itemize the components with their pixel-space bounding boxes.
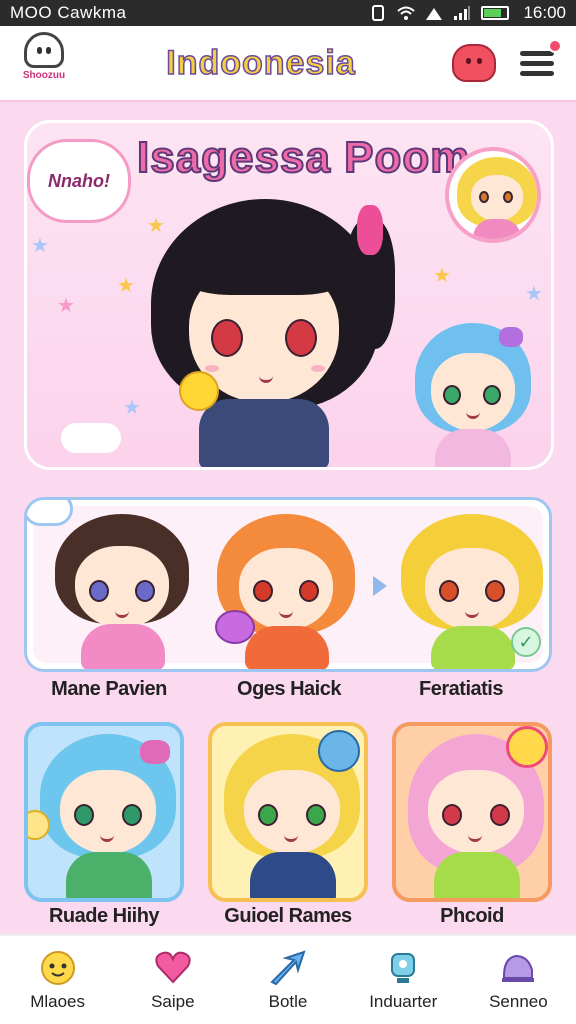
app-logo[interactable]: Shoozuu — [18, 32, 70, 94]
mascot-button[interactable] — [452, 44, 496, 82]
signal-icon — [426, 8, 443, 20]
status-bar: MOO Cawkma 16:00 — [0, 0, 576, 26]
tab-label: Mlaoes — [30, 992, 85, 1011]
rotate-lock-icon — [372, 5, 385, 21]
pet-badge-icon — [506, 726, 548, 768]
card-label-2: Guioel Rames — [224, 905, 352, 927]
star-icon: ★ — [31, 235, 49, 257]
hero-title: Isagessa Poom — [136, 132, 471, 183]
pet-badge-icon — [318, 730, 360, 772]
star-icon: ★ — [433, 265, 451, 287]
ghost-mascot-icon — [24, 32, 64, 68]
gallery-label-3: Feratiatis — [419, 678, 503, 700]
speech-bubble: Nnaho! — [27, 139, 131, 223]
character-card-1[interactable] — [24, 722, 184, 902]
shoe-icon — [502, 954, 535, 982]
carrier-name: MOO Cawkma — [10, 3, 127, 22]
tab-label: Senneo — [489, 992, 548, 1011]
logo-text: Shoozuu — [22, 70, 66, 81]
bottom-tab-bar: Mlaoes Saipe Botle Induarter Senneo — [0, 934, 576, 1024]
arrow-icon — [270, 950, 306, 986]
battery-icon — [481, 6, 510, 20]
menu-button[interactable] — [518, 39, 562, 81]
cloud-decoration — [61, 423, 121, 453]
tab-saipe[interactable]: Saipe — [115, 936, 230, 1024]
card-label-1: Ruade Hiihy — [48, 905, 160, 927]
main-character-image — [145, 199, 395, 467]
character-card-2[interactable] — [208, 722, 368, 902]
cell-bars-icon — [454, 6, 471, 20]
wifi-icon — [397, 6, 416, 20]
app-title: Indoonesia — [166, 43, 356, 83]
tab-botle[interactable]: Botle — [230, 936, 345, 1024]
gallery-character-1[interactable] — [47, 514, 197, 669]
tab-induarter[interactable]: Induarter — [346, 936, 461, 1024]
tab-label: Induarter — [369, 992, 438, 1011]
character-gallery[interactable]: ✓ — [24, 497, 552, 672]
star-icon: ★ — [57, 295, 75, 317]
tab-senneo[interactable]: Senneo — [461, 936, 576, 1024]
trophy-icon — [391, 953, 416, 983]
star-icon: ★ — [525, 283, 543, 305]
gallery-character-2[interactable] — [211, 514, 361, 669]
gallery-label-2: Oges Haick — [237, 678, 341, 700]
app-header: Shoozuu Indoonesia — [0, 26, 576, 102]
gallery-label-1: Mane Pavien — [51, 678, 167, 700]
clock: 16:00 — [523, 3, 566, 22]
featured-avatar[interactable] — [445, 147, 541, 243]
next-arrow-icon[interactable] — [373, 576, 387, 596]
star-icon: ★ — [123, 397, 141, 419]
star-icon: ★ — [117, 275, 135, 297]
tab-label: Saipe — [151, 992, 195, 1011]
notification-dot-icon — [548, 39, 562, 53]
tab-label: Botle — [268, 992, 308, 1011]
face-icon — [40, 951, 75, 985]
tab-mlaoes[interactable]: Mlaoes — [0, 936, 115, 1024]
hero-banner[interactable]: Nnaho! Isagessa Poom ★ ★ ★ ★ ★ ★ ★ — [24, 120, 554, 470]
character-card-3[interactable] — [392, 722, 552, 902]
blue-hair-character-image — [409, 323, 537, 467]
check-icon: ✓ — [511, 627, 541, 657]
card-label-3: Phcoid — [440, 905, 504, 927]
heart-icon — [155, 951, 191, 984]
